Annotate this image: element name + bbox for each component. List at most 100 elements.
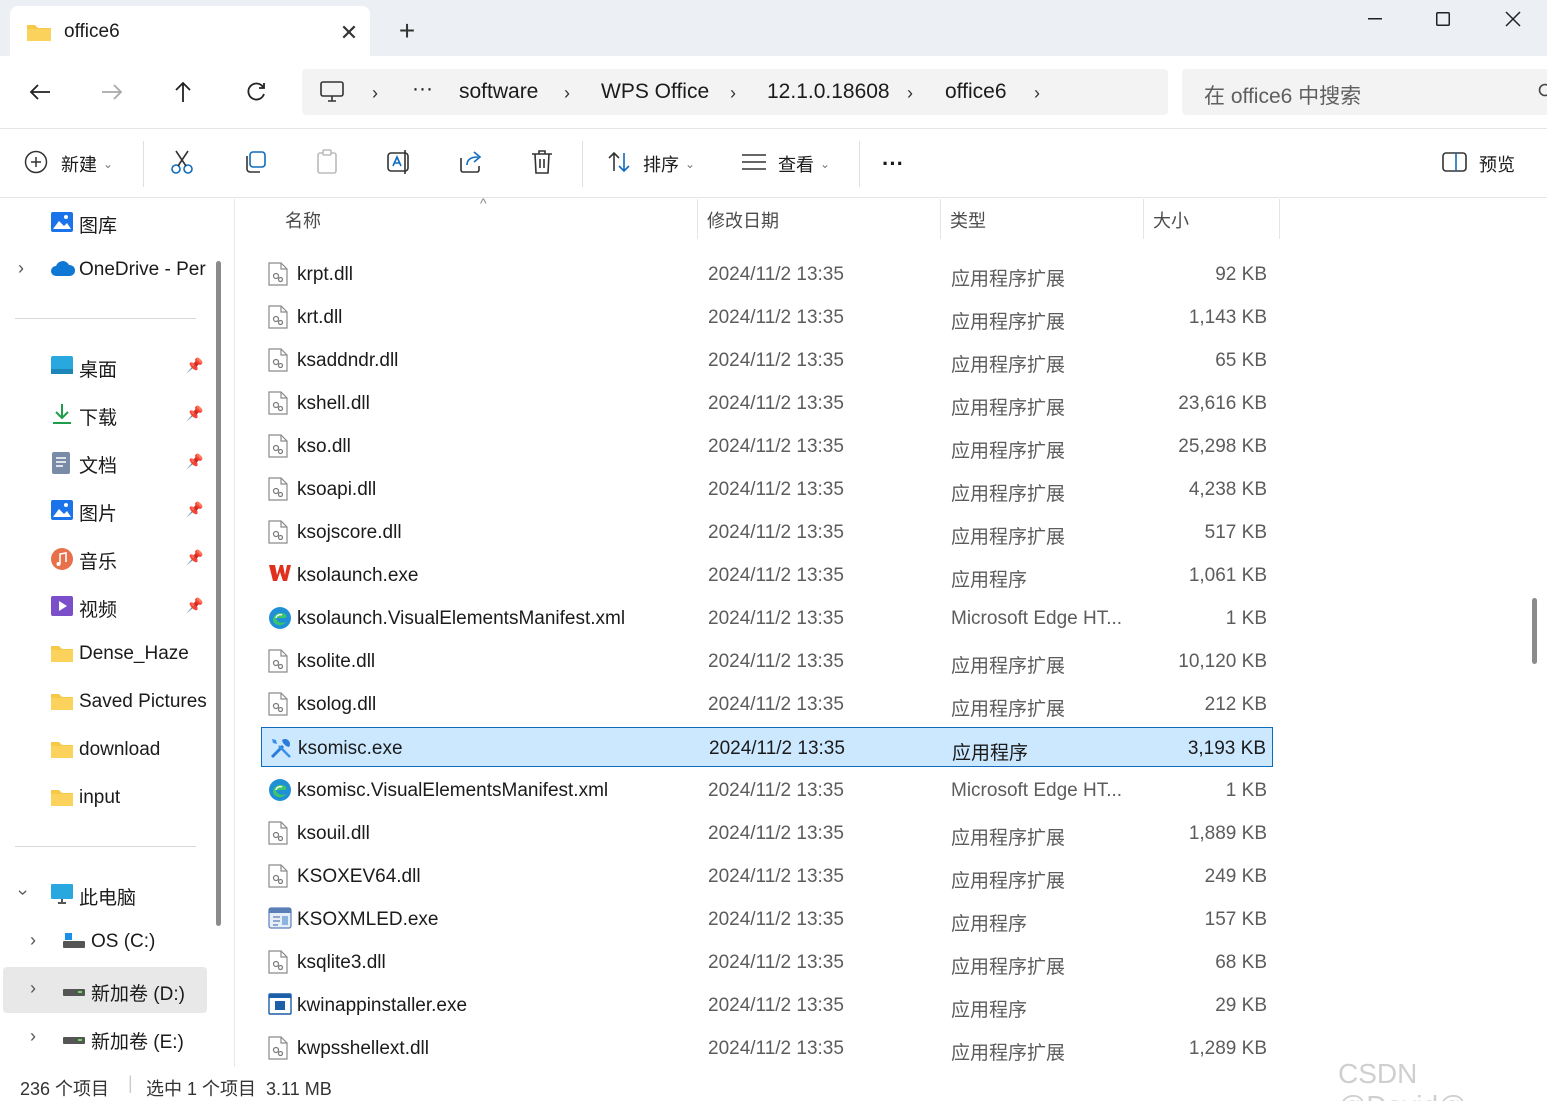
table-row[interactable]: kwinappinstaller.exe 2024/11/2 13:35 应用程序 2… bbox=[261, 985, 1273, 1025]
file-name: KSOXMLED.exe bbox=[297, 909, 439, 930]
table-row-selected[interactable]: ksomisc.exe 2024/11/2 13:35 应用程序 3,193 KB bbox=[261, 727, 1273, 767]
pin-icon[interactable]: 📌 bbox=[186, 405, 203, 422]
sidebar-item-drive-d[interactable]: › 新加卷 (D:) bbox=[3, 967, 207, 1013]
table-row[interactable]: ksolaunch.VisualElementsManifest.xml 2024… bbox=[261, 598, 1273, 638]
sidebar-item-folder[interactable]: input bbox=[0, 775, 207, 821]
sidebar-item-folder[interactable]: Saved Pictures bbox=[0, 679, 207, 725]
file-type: 应用程序 bbox=[951, 1000, 1028, 1021]
chevron-down-icon[interactable]: › bbox=[13, 890, 34, 896]
table-row[interactable]: krpt.dll 2024/11/2 13:35 应用程序扩展 92 KB bbox=[261, 254, 1273, 294]
pin-icon[interactable]: 📌 bbox=[186, 501, 203, 518]
copy-icon bbox=[243, 150, 267, 179]
sidebar-item-drive-e[interactable]: › 新加卷 (E:) bbox=[0, 1015, 207, 1061]
new-button[interactable]: 新建 ⌄ bbox=[24, 145, 113, 183]
sidebar-item-gallery[interactable]: 图库 bbox=[0, 199, 207, 245]
chevron-right-icon[interactable]: › bbox=[1034, 83, 1040, 104]
chevron-right-icon[interactable]: › bbox=[30, 1026, 36, 1047]
more-options-button[interactable]: ··· bbox=[882, 145, 904, 183]
sidebar-item-folder[interactable]: Dense_Haze bbox=[0, 631, 207, 677]
sidebar-item-videos[interactable]: 视频 📌 bbox=[0, 583, 207, 629]
table-row[interactable]: ksolog.dll 2024/11/2 13:35 应用程序扩展 212 KB bbox=[261, 684, 1273, 724]
pin-icon[interactable]: 📌 bbox=[186, 357, 203, 374]
file-type: 应用程序 bbox=[951, 570, 1028, 591]
chevron-right-icon[interactable]: › bbox=[18, 258, 24, 279]
table-row[interactable]: KSOXEV64.dll 2024/11/2 13:35 应用程序扩展 249 KB bbox=[261, 856, 1273, 896]
column-header-date[interactable]: 修改日期 bbox=[707, 207, 779, 233]
new-tab-button[interactable]: + bbox=[390, 14, 424, 48]
back-button[interactable] bbox=[20, 74, 60, 110]
column-header-type[interactable]: 类型 bbox=[950, 207, 986, 233]
sidebar-item-music[interactable]: 音乐 📌 bbox=[0, 535, 207, 581]
minimize-button[interactable] bbox=[1340, 0, 1410, 38]
chevron-right-icon[interactable]: › bbox=[730, 83, 736, 104]
breadcrumb-software[interactable]: software bbox=[459, 80, 538, 104]
breadcrumb-wps-office[interactable]: WPS Office bbox=[601, 80, 709, 104]
sidebar-item-documents[interactable]: 文档 📌 bbox=[0, 439, 207, 485]
table-row[interactable]: kwpsshellext.dll 2024/11/2 13:35 应用程序扩展 1,2… bbox=[261, 1028, 1273, 1068]
table-row[interactable]: KSOXMLED.exe 2024/11/2 13:35 应用程序 157 KB bbox=[261, 899, 1273, 939]
table-row[interactable]: ksolaunch.exe 2024/11/2 13:35 应用程序 1,061 KB bbox=[261, 555, 1273, 595]
table-row[interactable]: kso.dll 2024/11/2 13:35 应用程序扩展 25,298 KB bbox=[261, 426, 1273, 466]
cut-button[interactable] bbox=[170, 145, 194, 183]
sidebar-item-this-pc[interactable]: › 此电脑 bbox=[0, 871, 207, 917]
breadcrumb-office6[interactable]: office6 bbox=[945, 80, 1007, 104]
table-row[interactable]: ksolite.dll 2024/11/2 13:35 应用程序扩展 10,120 K… bbox=[261, 641, 1273, 681]
close-window-button[interactable] bbox=[1478, 0, 1547, 38]
rename-button[interactable] bbox=[386, 145, 412, 183]
sidebar-item-downloads[interactable]: 下载 📌 bbox=[0, 391, 207, 437]
command-bar: 新建 ⌄ 排序 ⌄ 查看 ⌄ ··· 预览 bbox=[0, 128, 1547, 198]
file-name: ksojscore.dll bbox=[297, 522, 402, 543]
sidebar-item-pictures[interactable]: 图片 📌 bbox=[0, 487, 207, 533]
copy-button[interactable] bbox=[243, 145, 267, 183]
sidebar-item-drive-c[interactable]: › OS (C:) bbox=[0, 919, 207, 965]
file-name: ksoapi.dll bbox=[297, 479, 377, 500]
delete-button[interactable] bbox=[530, 145, 554, 183]
column-divider[interactable] bbox=[697, 199, 698, 239]
tab-close-button[interactable]: ✕ bbox=[332, 18, 366, 48]
column-header-size[interactable]: 大小 bbox=[1153, 207, 1189, 233]
maximize-button[interactable] bbox=[1408, 0, 1478, 38]
column-header-name[interactable]: 名称 bbox=[285, 207, 321, 233]
column-divider[interactable] bbox=[1143, 199, 1144, 239]
pin-icon[interactable]: 📌 bbox=[186, 453, 203, 470]
chevron-right-icon[interactable]: › bbox=[907, 83, 913, 104]
table-row[interactable]: ksouil.dll 2024/11/2 13:35 应用程序扩展 1,889 KB bbox=[261, 813, 1273, 853]
table-row[interactable]: ksqlite3.dll 2024/11/2 13:35 应用程序扩展 68 KB bbox=[261, 942, 1273, 982]
chevron-right-icon[interactable]: › bbox=[564, 83, 570, 104]
view-button[interactable]: 查看 ⌄ bbox=[741, 145, 830, 183]
table-row[interactable]: ksaddndr.dll 2024/11/2 13:35 应用程序扩展 65 KB bbox=[261, 340, 1273, 380]
chevron-right-icon[interactable]: › bbox=[30, 978, 36, 999]
column-divider[interactable] bbox=[1279, 199, 1280, 239]
table-row[interactable]: ksomisc.VisualElementsManifest.xml 2024/1… bbox=[261, 770, 1273, 810]
pictures-icon bbox=[50, 499, 74, 521]
pin-icon[interactable]: 📌 bbox=[186, 549, 203, 566]
tab-office6[interactable]: office6 ✕ bbox=[10, 6, 370, 56]
sidebar-item-folder[interactable]: download bbox=[0, 727, 207, 773]
dll-file-icon bbox=[268, 950, 290, 974]
sidebar-item-desktop[interactable]: 桌面 📌 bbox=[0, 343, 207, 389]
pin-icon[interactable]: 📌 bbox=[186, 597, 203, 614]
table-row[interactable]: krt.dll 2024/11/2 13:35 应用程序扩展 1,143 KB bbox=[261, 297, 1273, 337]
table-row[interactable]: ksojscore.dll 2024/11/2 13:35 应用程序扩展 517 KB bbox=[261, 512, 1273, 552]
chevron-right-icon[interactable]: › bbox=[30, 930, 36, 951]
table-row[interactable]: kshell.dll 2024/11/2 13:35 应用程序扩展 23,616 KB bbox=[261, 383, 1273, 423]
preview-pane-button[interactable]: 预览 bbox=[1442, 145, 1515, 183]
share-button[interactable] bbox=[458, 145, 484, 183]
forward-button[interactable] bbox=[92, 74, 132, 110]
chevron-right-icon[interactable]: › bbox=[372, 83, 378, 104]
search-input[interactable]: 在 office6 中搜索 bbox=[1182, 69, 1547, 115]
paste-button[interactable] bbox=[315, 145, 339, 183]
sidebar-scrollbar[interactable] bbox=[216, 261, 221, 926]
table-row[interactable]: ksoapi.dll 2024/11/2 13:35 应用程序扩展 4,238 KB bbox=[261, 469, 1273, 509]
refresh-button[interactable] bbox=[236, 74, 276, 110]
address-bar[interactable]: › ··· software › WPS Office › 12.1.0.186… bbox=[302, 69, 1168, 115]
sort-button[interactable]: 排序 ⌄ bbox=[607, 145, 695, 183]
up-button[interactable] bbox=[163, 74, 203, 110]
status-bar: 236 个项目 | 选中 1 个项目 3.11 MB bbox=[0, 1067, 1547, 1101]
breadcrumb-overflow[interactable]: ··· bbox=[412, 77, 433, 101]
column-divider[interactable] bbox=[940, 199, 941, 239]
breadcrumb-version[interactable]: 12.1.0.18608 bbox=[767, 80, 890, 104]
desktop-icon bbox=[50, 355, 74, 377]
file-list-scrollbar[interactable] bbox=[1532, 598, 1537, 664]
sidebar-item-onedrive[interactable]: › OneDrive - Per bbox=[0, 247, 207, 293]
